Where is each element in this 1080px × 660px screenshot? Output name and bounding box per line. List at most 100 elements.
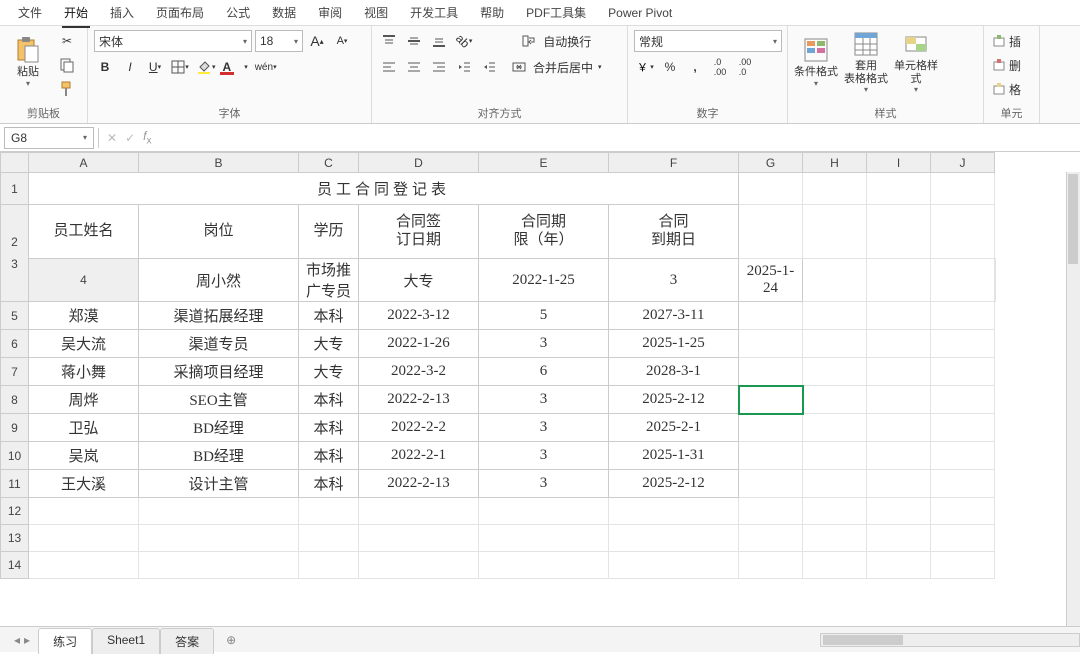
cell-I11[interactable] [867, 470, 931, 498]
cell-I5[interactable] [867, 302, 931, 330]
column-header[interactable]: 岗位 [139, 205, 299, 259]
cell-D6[interactable]: 2022-1-26 [359, 330, 479, 358]
cell-H6[interactable] [803, 330, 867, 358]
cell-B6[interactable]: 渠道专员 [139, 330, 299, 358]
cell-F10[interactable]: 2025-1-31 [609, 442, 739, 470]
row-header-11[interactable]: 11 [1, 470, 29, 498]
align-bottom-button[interactable] [428, 30, 450, 52]
cell-G11[interactable] [739, 470, 803, 498]
cell-I9[interactable] [867, 414, 931, 442]
italic-button[interactable]: I [119, 56, 141, 78]
cell-H11[interactable] [803, 470, 867, 498]
fx-icon[interactable]: fx [143, 129, 151, 146]
cell-G8[interactable] [739, 386, 803, 414]
cell-D8[interactable]: 2022-2-13 [359, 386, 479, 414]
cell[interactable] [739, 205, 803, 259]
cell-D11[interactable]: 2022-2-13 [359, 470, 479, 498]
worksheet-grid[interactable]: ABCDEFGHIJ1员工合同登记表23员工姓名岗位学历合同签 订日期合同期 限… [0, 152, 1080, 626]
cell-G5[interactable] [739, 302, 803, 330]
cell-D5[interactable]: 2022-3-12 [359, 302, 479, 330]
col-header-E[interactable]: E [479, 153, 609, 173]
cell-B9[interactable]: BD经理 [139, 414, 299, 442]
cell-E8[interactable]: 3 [479, 386, 609, 414]
cell-E5[interactable]: 5 [479, 302, 609, 330]
cell[interactable] [299, 552, 359, 579]
cell[interactable] [931, 205, 995, 259]
cell[interactable] [867, 498, 931, 525]
cell[interactable] [867, 552, 931, 579]
menu-视图[interactable]: 视图 [354, 1, 398, 24]
orientation-button[interactable]: ab▾ [453, 30, 475, 52]
menu-公式[interactable]: 公式 [216, 1, 260, 24]
row-header-4[interactable]: 4 [29, 259, 139, 302]
cell[interactable] [29, 525, 139, 552]
format-painter-button[interactable] [56, 78, 78, 100]
cell[interactable] [867, 173, 931, 205]
menu-PDF工具集[interactable]: PDF工具集 [516, 1, 596, 24]
cell-F9[interactable]: 2025-2-1 [609, 414, 739, 442]
cell-C11[interactable]: 本科 [299, 470, 359, 498]
cut-button[interactable]: ✂ [56, 30, 78, 52]
menu-开发工具[interactable]: 开发工具 [400, 1, 468, 24]
cell-H10[interactable] [803, 442, 867, 470]
cell[interactable] [931, 552, 995, 579]
row-header-8[interactable]: 8 [1, 386, 29, 414]
enter-icon[interactable]: ✓ [125, 131, 135, 145]
cell-A7[interactable]: 蒋小舞 [29, 358, 139, 386]
insert-cells-button[interactable]: 插 [990, 30, 1023, 52]
accounting-format-button[interactable]: ￥▾ [634, 56, 656, 78]
menu-页面布局[interactable]: 页面布局 [146, 1, 214, 24]
cell-H5[interactable] [803, 302, 867, 330]
cell[interactable] [739, 552, 803, 579]
cell-D7[interactable]: 2022-3-2 [359, 358, 479, 386]
align-left-button[interactable] [378, 56, 400, 78]
delete-cells-button[interactable]: 删 [990, 54, 1023, 76]
cell[interactable] [139, 498, 299, 525]
cell[interactable] [931, 173, 995, 205]
cell-D4[interactable]: 2022-1-25 [479, 259, 609, 302]
cell-C7[interactable]: 大专 [299, 358, 359, 386]
cell-F8[interactable]: 2025-2-12 [609, 386, 739, 414]
menu-Power Pivot[interactable]: Power Pivot [598, 3, 682, 23]
percent-button[interactable]: % [659, 56, 681, 78]
font-size-combo[interactable]: 18▾ [255, 30, 303, 52]
format-cells-button[interactable]: 格 [990, 78, 1023, 100]
tab-nav[interactable]: ◂ ▸ [6, 633, 38, 647]
vertical-scrollbar[interactable] [1066, 172, 1080, 626]
comma-button[interactable]: , [684, 56, 706, 78]
row-header-13[interactable]: 13 [1, 525, 29, 552]
cell[interactable] [299, 498, 359, 525]
menu-开始[interactable]: 开始 [54, 1, 98, 24]
increase-indent-button[interactable] [478, 56, 500, 78]
cell[interactable] [803, 552, 867, 579]
cell[interactable] [931, 498, 995, 525]
column-header[interactable]: 合同期 限（年） [479, 205, 609, 259]
cell-J4[interactable] [995, 259, 996, 302]
cell[interactable] [931, 525, 995, 552]
name-box[interactable]: G8 ▾ [4, 127, 94, 149]
cell-G10[interactable] [739, 442, 803, 470]
cell[interactable] [139, 525, 299, 552]
border-button[interactable]: ▾ [169, 56, 191, 78]
sheet-tab-答案[interactable]: 答案 [160, 628, 214, 654]
paste-button[interactable]: 粘贴 ▾ [6, 30, 50, 94]
col-header-A[interactable]: A [29, 153, 139, 173]
cell-A6[interactable]: 吴大流 [29, 330, 139, 358]
cell-C9[interactable]: 本科 [299, 414, 359, 442]
cell[interactable] [609, 552, 739, 579]
cell[interactable] [359, 552, 479, 579]
cell-B4[interactable]: 市场推广专员 [299, 259, 359, 302]
cell-F6[interactable]: 2025-1-25 [609, 330, 739, 358]
number-format-combo[interactable]: 常规▾ [634, 30, 782, 52]
menu-插入[interactable]: 插入 [100, 1, 144, 24]
increase-decimal-button[interactable]: .0.00 [709, 56, 731, 78]
cell-J6[interactable] [931, 330, 995, 358]
tab-prev-icon[interactable]: ◂ [14, 633, 20, 647]
cancel-icon[interactable]: ✕ [107, 131, 117, 145]
cell-E4[interactable]: 3 [609, 259, 739, 302]
column-header[interactable]: 员工姓名 [29, 205, 139, 259]
cell-F11[interactable]: 2025-2-12 [609, 470, 739, 498]
cell[interactable] [479, 525, 609, 552]
cell[interactable] [739, 498, 803, 525]
cell-G6[interactable] [739, 330, 803, 358]
